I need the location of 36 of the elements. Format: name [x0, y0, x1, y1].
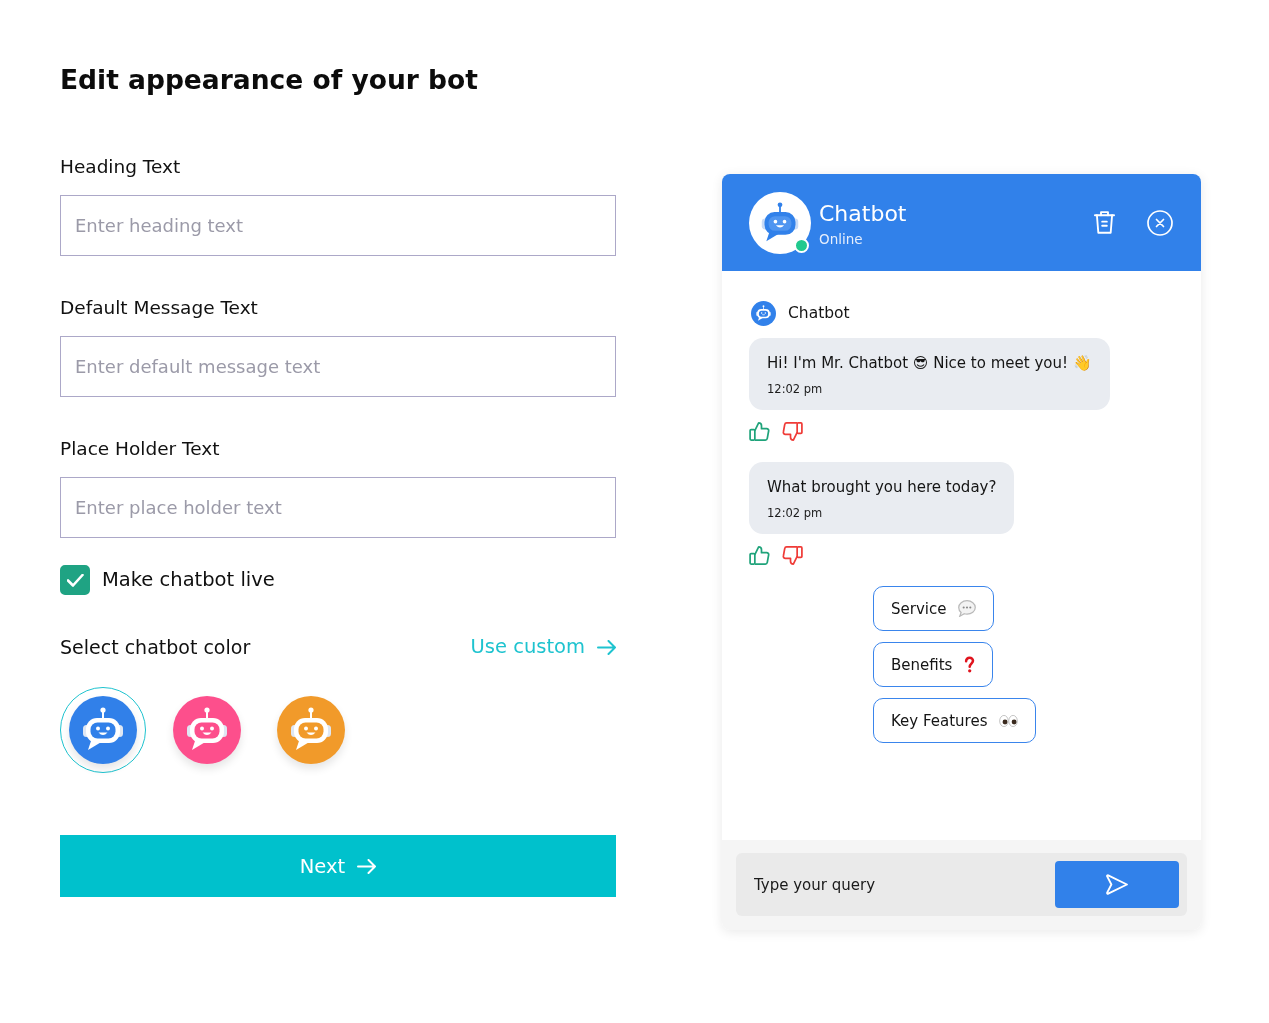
quick-reply-button[interactable]: Benefits — [873, 642, 994, 687]
thumbs-up-icon[interactable] — [749, 422, 770, 441]
page-title: Edit appearance of your bot — [60, 63, 478, 97]
checkbox[interactable] — [60, 565, 90, 595]
sender-name: Chatbot — [788, 303, 850, 324]
send-button[interactable] — [1055, 861, 1179, 908]
eyes-icon — [999, 714, 1019, 727]
trash-icon[interactable] — [1094, 211, 1115, 234]
message-time: 12:02 pm — [767, 505, 823, 521]
robot-icon — [749, 191, 811, 254]
field-label: Default Message Text — [60, 296, 258, 320]
chat-status: Online — [819, 229, 863, 248]
thumbs-down-icon[interactable] — [782, 422, 803, 441]
speech-bubble-icon — [958, 600, 977, 617]
arrow-right-icon — [357, 858, 377, 874]
question-mark-icon — [964, 656, 976, 673]
send-icon — [1106, 874, 1128, 895]
text-input[interactable]: Enter default message text — [60, 336, 616, 397]
arrow-right-icon — [597, 639, 616, 655]
text-input[interactable]: Enter place holder text — [60, 477, 616, 538]
thumbs-up-icon[interactable] — [749, 546, 770, 565]
message-text: Hi! I'm Mr. Chatbot 😎 Nice to meet you! 👋 — [767, 353, 1092, 374]
robot-icon — [751, 300, 776, 326]
chat-title: Chatbot — [819, 199, 907, 228]
field-label: Place Holder Text — [60, 437, 220, 461]
text-input[interactable]: Enter heading text — [60, 195, 616, 256]
section-label: Select chatbot color — [60, 635, 251, 659]
quick-reply-button[interactable]: Service — [873, 586, 995, 631]
thumbs-down-icon[interactable] — [782, 546, 803, 565]
quick-reply-button[interactable]: Key Features — [873, 698, 1037, 743]
close-icon[interactable] — [1147, 209, 1173, 236]
checkbox-label: Make chatbot live — [102, 567, 275, 593]
message-time: 12:02 pm — [767, 381, 823, 397]
field-label: Heading Text — [60, 155, 181, 179]
checkmark-icon — [66, 573, 84, 587]
message-text: What brought you here today? — [767, 477, 997, 498]
